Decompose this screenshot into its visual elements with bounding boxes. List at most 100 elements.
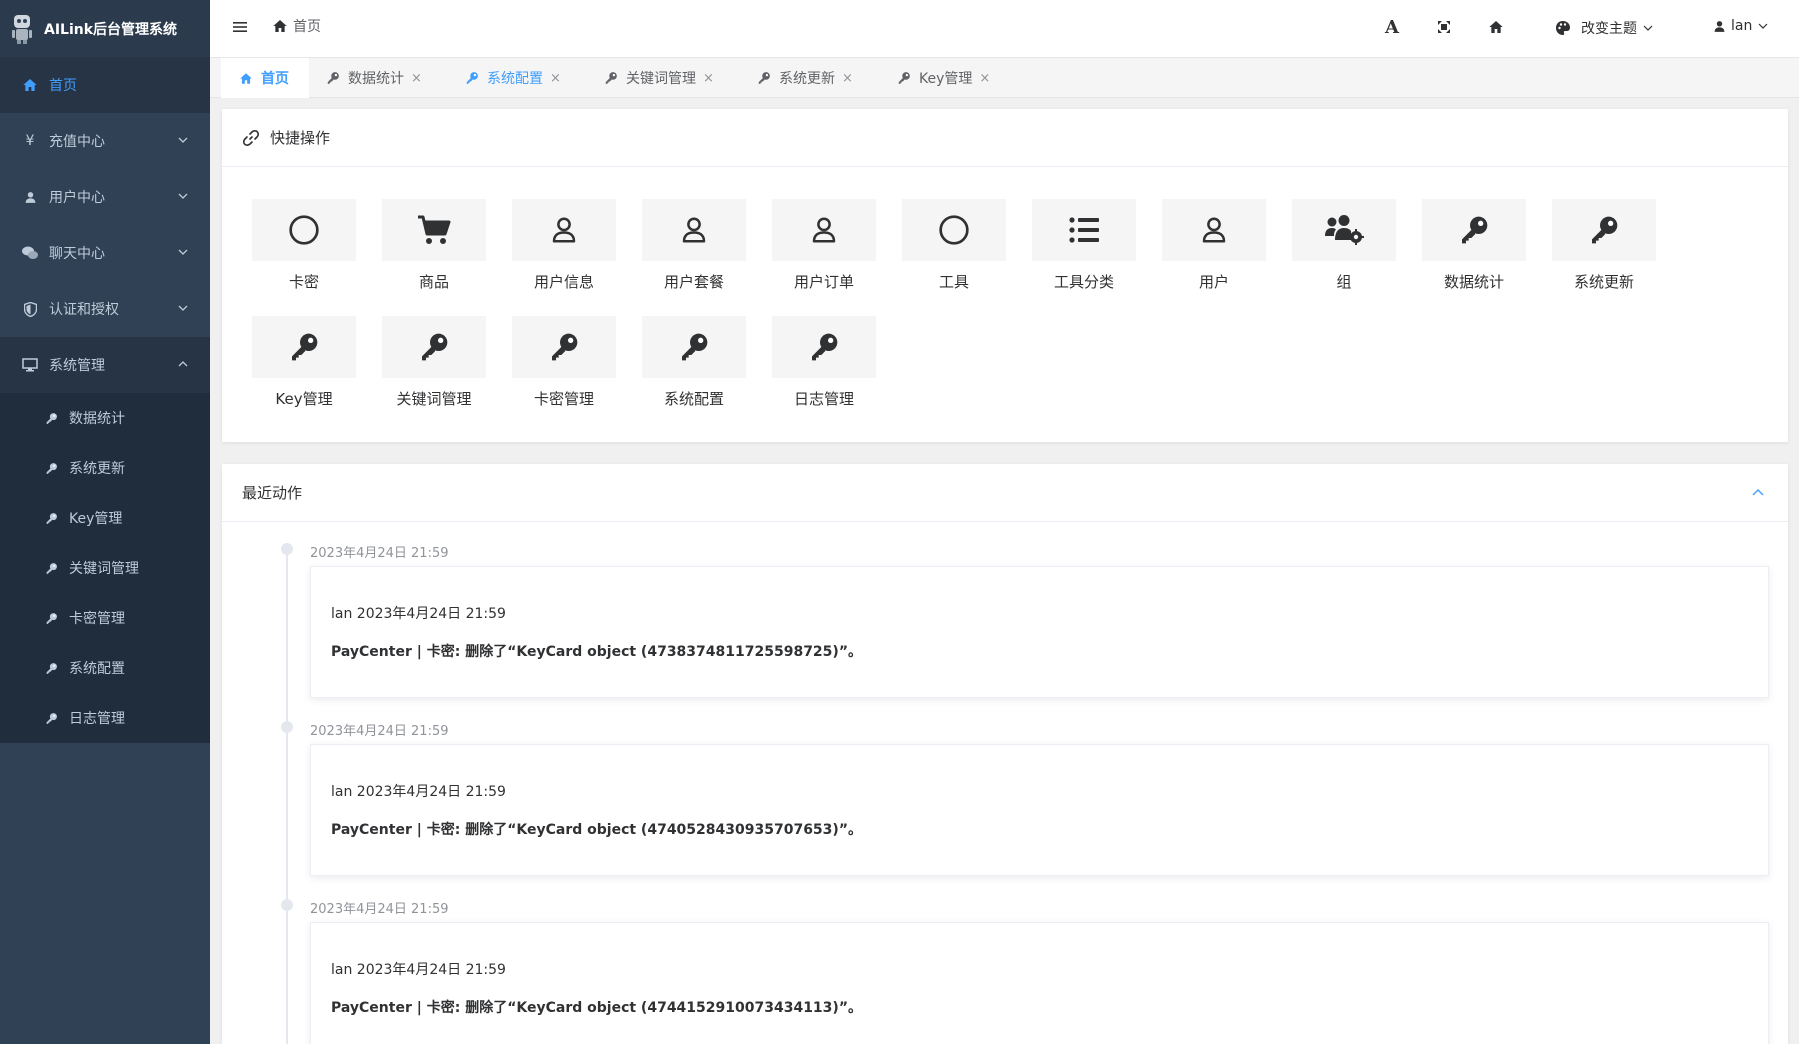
robot-logo-icon bbox=[9, 12, 35, 46]
quick-actions-panel: 快捷操作 卡密 商品 用户信息 用户套餐 用户订单 工具 工具分类 用户 组 数… bbox=[222, 109, 1788, 442]
sidebar-item-home[interactable]: 首页 bbox=[0, 57, 210, 113]
timeline-dot bbox=[281, 899, 293, 911]
font-size-icon[interactable]: A bbox=[1383, 17, 1401, 38]
sidebar-subitem-keyword[interactable]: 关键词管理 bbox=[0, 543, 210, 593]
timeline-message[interactable]: PayCenter | 卡密: 删除了“KeyCard object (4738… bbox=[331, 641, 862, 661]
quick-item-label: 数据统计 bbox=[1443, 273, 1504, 291]
quick-item-tool-category[interactable]: 工具分类 bbox=[1032, 199, 1136, 309]
key-icon bbox=[44, 461, 58, 475]
quick-item-box bbox=[382, 316, 486, 378]
chat-icon bbox=[22, 245, 38, 261]
quick-item-user-info[interactable]: 用户信息 bbox=[512, 199, 616, 309]
quick-item-label: 关键词管理 bbox=[396, 390, 472, 408]
topbar: 首页 A 改变主题 lan bbox=[210, 0, 1799, 58]
quick-item-box bbox=[382, 199, 486, 261]
hamburger-icon[interactable] bbox=[232, 19, 248, 35]
quick-item-group[interactable]: 组 bbox=[1292, 199, 1396, 309]
close-icon[interactable]: × bbox=[842, 71, 853, 86]
breadcrumb-home[interactable]: 首页 bbox=[293, 16, 321, 36]
timeline-message[interactable]: PayCenter | 卡密: 删除了“KeyCard object (4744… bbox=[331, 997, 862, 1017]
quick-item-tool[interactable]: 工具 bbox=[902, 199, 1006, 309]
sidebar-subitem-card[interactable]: 卡密管理 bbox=[0, 593, 210, 643]
quick-item-key[interactable]: Key管理 bbox=[252, 316, 356, 426]
tab-config[interactable]: 系统配置 × bbox=[465, 58, 561, 98]
quick-item-user-order[interactable]: 用户订单 bbox=[772, 199, 876, 309]
tab-stats[interactable]: 数据统计 × bbox=[326, 58, 422, 98]
chevron-down-icon bbox=[1758, 23, 1768, 29]
sidebar-item-chat-center[interactable]: 聊天中心 bbox=[0, 225, 210, 281]
sidebar-item-label: 用户中心 bbox=[49, 190, 105, 206]
user-icon bbox=[549, 215, 579, 245]
close-icon[interactable]: × bbox=[550, 71, 561, 86]
sidebar-subitem-label: 卡密管理 bbox=[69, 611, 125, 627]
quick-item-config[interactable]: 系统配置 bbox=[642, 316, 746, 426]
timeline-user-line: lan 2023年4月24日 21:59 bbox=[331, 606, 506, 622]
chevron-up-icon[interactable] bbox=[1752, 487, 1764, 499]
user-icon bbox=[1199, 215, 1229, 245]
recent-actions-title: 最近动作 bbox=[242, 484, 303, 502]
tab-label: 系统配置 bbox=[487, 71, 543, 87]
key-icon bbox=[44, 711, 58, 725]
home-icon[interactable] bbox=[1487, 18, 1505, 36]
quick-item-label: 商品 bbox=[418, 273, 449, 291]
quick-item-card[interactable]: 卡密 bbox=[252, 199, 356, 309]
close-icon[interactable]: × bbox=[979, 71, 990, 86]
key-icon bbox=[897, 71, 911, 85]
quick-item-box bbox=[512, 199, 616, 261]
user-menu[interactable]: lan bbox=[1713, 18, 1768, 34]
sidebar-subitem-update[interactable]: 系统更新 bbox=[0, 443, 210, 493]
theme-switcher[interactable]: 改变主题 bbox=[1555, 18, 1653, 38]
list-icon bbox=[1069, 217, 1099, 243]
key-icon bbox=[44, 411, 58, 425]
quick-item-user-plan[interactable]: 用户套餐 bbox=[642, 199, 746, 309]
system-submenu: 数据统计 系统更新 Key管理 关键词管理 卡密管理 系统配置 日志管理 bbox=[0, 393, 210, 743]
quick-actions-title: 快捷操作 bbox=[270, 129, 331, 147]
key-icon bbox=[548, 331, 580, 363]
recent-actions-panel: 最近动作 2023年4月24日 21:59 lan 2023年4月24日 21:… bbox=[222, 464, 1788, 1044]
quick-item-card-manage[interactable]: 卡密管理 bbox=[512, 316, 616, 426]
tab-update[interactable]: 系统更新 × bbox=[757, 58, 853, 98]
key-icon bbox=[757, 71, 771, 85]
sidebar-subitem-log[interactable]: 日志管理 bbox=[0, 693, 210, 743]
sidebar-item-recharge[interactable]: ¥ 充值中心 bbox=[0, 113, 210, 169]
quick-item-user[interactable]: 用户 bbox=[1162, 199, 1266, 309]
quick-item-update[interactable]: 系统更新 bbox=[1552, 199, 1656, 309]
quick-item-box bbox=[1032, 199, 1136, 261]
tab-keyword[interactable]: 关键词管理 × bbox=[604, 58, 714, 98]
timeline-timestamp: 2023年4月24日 21:59 bbox=[310, 902, 449, 917]
key-icon bbox=[44, 661, 58, 675]
quick-item-box bbox=[1292, 199, 1396, 261]
sidebar-subitem-key[interactable]: Key管理 bbox=[0, 493, 210, 543]
tab-key[interactable]: Key管理 × bbox=[897, 58, 990, 98]
tab-home[interactable]: 首页 bbox=[221, 58, 309, 98]
brand[interactable]: AILink后台管理系统 bbox=[0, 0, 210, 57]
quick-item-label: 用户套餐 bbox=[663, 273, 724, 291]
sidebar-item-system[interactable]: 系统管理 bbox=[0, 337, 210, 393]
circle-icon bbox=[938, 214, 970, 246]
quick-item-box bbox=[252, 199, 356, 261]
sidebar-subitem-label: 日志管理 bbox=[69, 711, 125, 727]
sidebar-subitem-stats[interactable]: 数据统计 bbox=[0, 393, 210, 443]
chevron-up-icon bbox=[178, 361, 188, 367]
quick-item-goods[interactable]: 商品 bbox=[382, 199, 486, 309]
quick-item-keyword[interactable]: 关键词管理 bbox=[382, 316, 486, 426]
brand-title: AILink后台管理系统 bbox=[44, 21, 178, 38]
close-icon[interactable]: × bbox=[703, 71, 714, 86]
timeline-message[interactable]: PayCenter | 卡密: 删除了“KeyCard object (4740… bbox=[331, 819, 862, 839]
chevron-down-icon bbox=[178, 305, 188, 311]
quick-item-stats[interactable]: 数据统计 bbox=[1422, 199, 1526, 309]
timeline-card: lan 2023年4月24日 21:59 PayCenter | 卡密: 删除了… bbox=[310, 922, 1769, 1044]
key-icon bbox=[1458, 214, 1490, 246]
sidebar-subitem-label: Key管理 bbox=[69, 511, 123, 527]
quick-item-label: Key管理 bbox=[275, 390, 333, 408]
sidebar-item-auth[interactable]: 认证和授权 bbox=[0, 281, 210, 337]
timeline-dot bbox=[281, 543, 293, 555]
sidebar-item-user-center[interactable]: 用户中心 bbox=[0, 169, 210, 225]
tab-label: 关键词管理 bbox=[626, 71, 696, 87]
sidebar-item-label: 聊天中心 bbox=[49, 246, 105, 262]
fullscreen-icon[interactable] bbox=[1435, 18, 1453, 36]
sidebar-item-label: 认证和授权 bbox=[49, 302, 119, 318]
sidebar-subitem-config[interactable]: 系统配置 bbox=[0, 643, 210, 693]
close-icon[interactable]: × bbox=[411, 71, 422, 86]
quick-item-log[interactable]: 日志管理 bbox=[772, 316, 876, 426]
